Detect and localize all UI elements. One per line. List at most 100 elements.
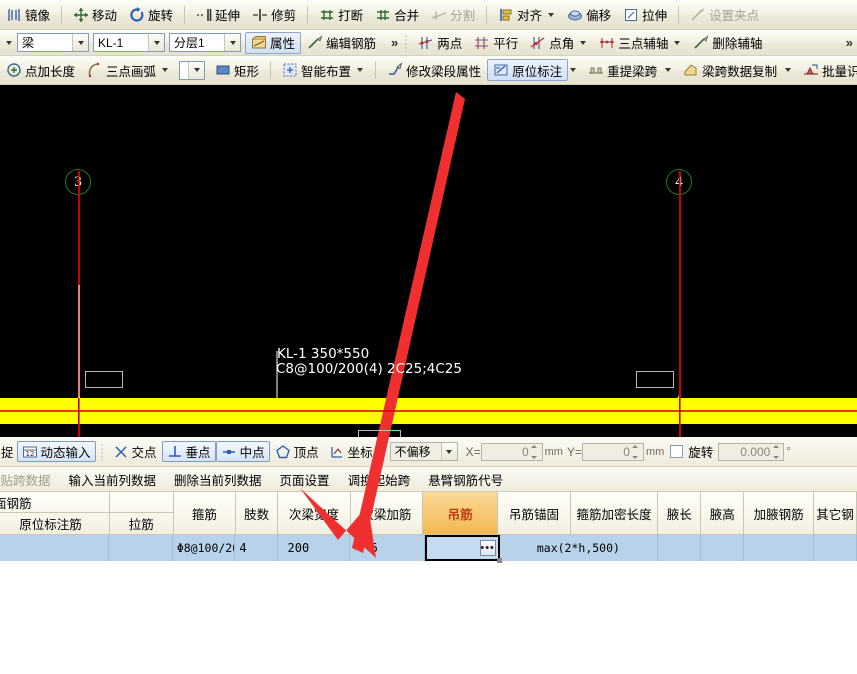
chevron-down-icon[interactable] — [440, 443, 457, 460]
left-annotation-box[interactable] — [85, 371, 123, 388]
snap-perpendicular-toggle[interactable]: 垂点 — [161, 441, 216, 462]
cell-tie-rebar[interactable] — [109, 535, 173, 561]
axis-point-angle-button[interactable]: 点角 — [524, 32, 593, 54]
three-point-arc-button[interactable]: 三点画弧 — [81, 59, 175, 81]
toolbar-break-button[interactable]: 打断 — [313, 4, 369, 26]
cell-stirrup[interactable]: Φ8@100/20 — [173, 535, 236, 561]
chevron-down-icon[interactable] — [188, 61, 205, 79]
toolbar-stretch-button[interactable]: 拉伸 — [617, 4, 673, 26]
chevron-down-icon[interactable] — [6, 40, 12, 45]
header-haunch-rebar[interactable]: 加腋钢筋 — [744, 492, 815, 535]
axis-parallel-button[interactable]: 平行 — [468, 32, 524, 54]
snap-coordinate-toggle[interactable]: 坐标 — [324, 441, 378, 462]
header-hanging-anchorage[interactable]: 吊筋锚固 — [498, 492, 571, 535]
chevron-down-icon[interactable] — [548, 12, 555, 17]
header-haunch-length[interactable]: 腋长 — [658, 492, 702, 535]
ellipsis-button[interactable]: ••• — [479, 540, 496, 556]
x-spinner[interactable] — [529, 444, 540, 460]
cell-other-rebar[interactable] — [814, 535, 857, 561]
toolbar-overflow-chevron[interactable]: » — [388, 35, 400, 50]
component-type-combo[interactable]: 梁 — [17, 33, 89, 52]
cell-secondary-beam-width[interactable]: 200 — [278, 535, 351, 561]
chevron-down-icon[interactable] — [580, 40, 587, 45]
axis-delete-button[interactable]: 删除辅轴 — [687, 32, 768, 54]
toolbar3-blank-combo[interactable] — [179, 60, 206, 80]
toolbar-align-button[interactable]: 对齐 — [492, 4, 561, 26]
properties-button[interactable]: 属性 — [245, 31, 302, 54]
drawing-canvas[interactable]: 3 4 3 4 KL-1 350*550 C8@100/200 — [0, 85, 857, 437]
rotate-spinner[interactable] — [770, 444, 781, 460]
cell-resize-grip[interactable] — [496, 558, 502, 563]
toolbar-mirror-button[interactable]: 镜像 — [0, 4, 56, 26]
offset-mode-combo[interactable]: 不偏移 — [389, 442, 458, 461]
toolbar-offset-button[interactable]: 偏移 — [561, 4, 617, 26]
beam-body[interactable] — [0, 398, 857, 424]
menu-cantilever-rebar-code[interactable]: 悬臂钢筋代号 — [419, 470, 512, 489]
toolbar-move-button[interactable]: 移动 — [67, 4, 123, 26]
snap-vertex-toggle[interactable]: 顶点 — [270, 441, 324, 462]
rotate-input[interactable]: 0.000 — [718, 442, 785, 461]
toolbar-split-button[interactable]: 分割 — [425, 4, 481, 26]
copy-span-data-button[interactable]: 梁跨数据复制 — [677, 59, 783, 81]
toolbar-extend-button[interactable]: 延伸 — [190, 4, 246, 26]
cell-surface-rebar[interactable] — [0, 535, 110, 561]
snap-midpoint-toggle[interactable]: 中点 — [215, 441, 270, 462]
chevron-down-icon[interactable] — [665, 68, 672, 72]
mid-bottom-annotation-box[interactable] — [358, 430, 401, 437]
y-spinner[interactable] — [630, 444, 641, 460]
in-situ-annotation-button[interactable]: 原位标注 — [487, 59, 569, 81]
toolbar-right-chevron[interactable]: » — [843, 35, 855, 50]
header-surface-rebar[interactable]: 面钢筋 原位标注筋 — [0, 492, 110, 535]
menu-paste-span-data[interactable]: 粘贴跨数据 — [0, 470, 60, 489]
cell-haunch-length[interactable] — [658, 535, 702, 561]
toolbar-rotate-button[interactable]: 旋转 — [123, 4, 179, 26]
right-annotation-box[interactable] — [636, 371, 674, 388]
header-stirrup[interactable]: 箍筋 — [173, 492, 237, 535]
header-hanging-rebar[interactable]: 吊筋 — [423, 492, 499, 535]
x-input[interactable]: 0 — [480, 442, 543, 461]
table-row[interactable]: Φ8@100/20 4 200 6 ••• max(2*h,500) — [0, 535, 857, 563]
toolbar-merge-button[interactable]: 合并 — [369, 4, 425, 26]
y-input[interactable]: 0 — [581, 442, 644, 461]
header-secondary-beam-rebar[interactable]: 次梁加筋 — [350, 492, 424, 535]
cell-hanging-rebar-active[interactable]: ••• — [424, 535, 502, 563]
axis-three-point-button[interactable]: 三点辅轴 — [593, 32, 687, 54]
chevron-down-icon[interactable] — [162, 68, 169, 72]
header-haunch-height[interactable]: 腋高 — [701, 492, 745, 535]
toolbar-trim-button[interactable]: 修剪 — [246, 4, 302, 26]
menu-page-setup[interactable]: 页面设置 — [271, 470, 339, 489]
chevron-down-icon[interactable] — [785, 68, 792, 72]
edit-beam-segment-button[interactable]: 修改梁段属性 — [381, 59, 487, 81]
chevron-down-icon[interactable] — [224, 34, 240, 51]
batch-identify-support-button[interactable]: 批量识别梁支座 — [797, 59, 857, 81]
rectangle-button[interactable]: 矩形 — [209, 59, 265, 81]
add-length-button[interactable]: 点加长度 — [0, 59, 81, 81]
menu-input-current-column[interactable]: 输入当前列数据 — [60, 470, 166, 489]
cell-limb-count[interactable]: 4 — [235, 535, 278, 561]
header-other-rebar[interactable]: 其它钢 — [814, 492, 857, 535]
menu-delete-current-column[interactable]: 删除当前列数据 — [165, 470, 271, 489]
header-stirrup-dense-length[interactable]: 箍筋加密长度 — [570, 492, 659, 535]
chevron-down-icon[interactable] — [148, 34, 164, 51]
component-name-combo[interactable]: KL-1 — [93, 33, 165, 52]
axis-two-point-button[interactable]: 两点 — [412, 32, 468, 54]
chevron-down-icon[interactable] — [570, 68, 577, 72]
header-limb-count[interactable]: 肢数 — [236, 492, 279, 535]
header-secondary-beam-width[interactable]: 次梁宽度 — [278, 492, 351, 535]
cell-secondary-beam-rebar[interactable]: 6 — [350, 535, 425, 561]
menu-swap-start-span[interactable]: 调换起始跨 — [339, 470, 420, 489]
cell-haunch-rebar[interactable] — [744, 535, 814, 561]
rotate-checkbox[interactable] — [670, 445, 684, 458]
dynamic-input-toggle[interactable]: 12 动态输入 — [16, 441, 96, 462]
smart-layout-button[interactable]: 智能布置 — [276, 59, 370, 81]
chevron-down-icon[interactable] — [357, 68, 364, 72]
snap-intersection-toggle[interactable]: 交点 — [108, 441, 162, 462]
re-extract-span-button[interactable]: 重提梁跨 — [582, 59, 663, 81]
axis-bubble-4-top[interactable]: 4 — [666, 169, 692, 195]
axis-bubble-3-top[interactable]: 3 — [65, 169, 91, 195]
header-tie-rebar[interactable]: 拉筋 — [110, 492, 174, 535]
edit-rebar-button[interactable]: 编辑钢筋 — [301, 32, 382, 54]
chevron-down-icon[interactable] — [72, 34, 88, 51]
chevron-down-icon[interactable] — [674, 40, 681, 45]
layer-combo[interactable]: 分层1 — [169, 33, 241, 52]
